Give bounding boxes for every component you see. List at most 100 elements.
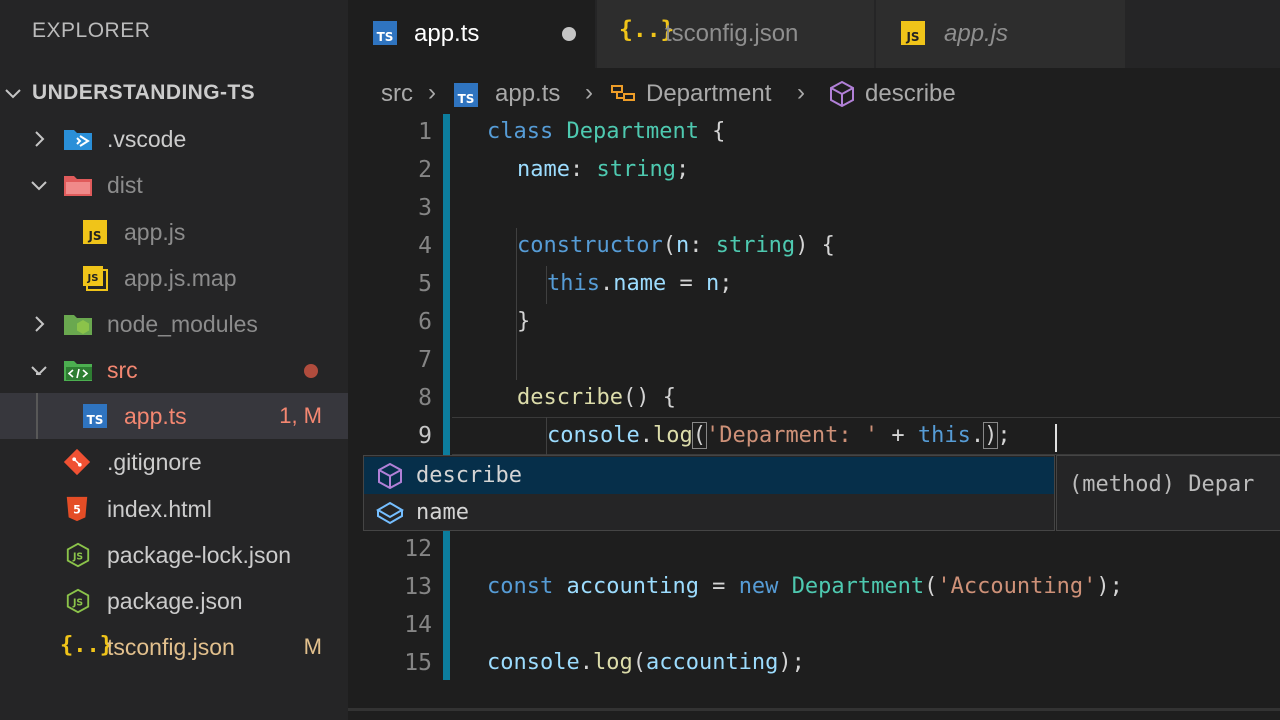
line-number: 5: [418, 271, 432, 297]
tree-item-node-modules[interactable]: node_modules: [0, 301, 348, 347]
tree-item-app-js-map[interactable]: JS app.js.map: [0, 255, 348, 301]
line-number: 14: [404, 612, 432, 638]
suggestion-item-name[interactable]: name: [364, 494, 1054, 531]
svg-text:JS: JS: [72, 598, 83, 609]
tree-item-package-lock[interactable]: JS package-lock.json: [0, 532, 348, 578]
token: log: [592, 650, 633, 675]
tree-item-label: package.json: [107, 588, 243, 614]
suggestion-label: name: [416, 500, 469, 525]
line-number: 15: [404, 650, 432, 676]
line-number: 8: [418, 385, 432, 411]
token: .: [599, 271, 614, 296]
tree-item-gitignore[interactable]: .gitignore: [0, 439, 348, 485]
code-line: 13 const accounting = new Department('Ac…: [348, 569, 1280, 607]
git-icon: [63, 449, 91, 475]
token: ): [983, 422, 999, 449]
token: accounting: [566, 574, 699, 599]
token: console: [487, 650, 580, 675]
line-number: 4: [418, 233, 432, 259]
tree-item-app-js[interactable]: JS app.js: [0, 209, 348, 255]
line-number: 2: [418, 157, 432, 183]
tree-item-label: app.ts: [124, 403, 187, 429]
code-line: 5 this.name = n;: [348, 266, 1280, 304]
token: const: [487, 574, 554, 599]
chevron-right-icon: ›: [428, 79, 436, 106]
ts-file-icon: TS: [83, 404, 107, 428]
tab-tsconfig[interactable]: {..} tsconfig.json: [597, 0, 875, 68]
svg-text:TS: TS: [458, 92, 475, 106]
suggestion-label: describe: [416, 463, 522, 488]
code-line: 1 class Department {: [348, 114, 1280, 152]
js-file-icon: JS: [83, 220, 107, 244]
tree-item-tsconfig[interactable]: {..} tsconfig.json M: [0, 624, 348, 670]
text-cursor: [1055, 424, 1057, 452]
breadcrumb-method[interactable]: describe: [865, 80, 956, 108]
tree-item-label: src: [107, 357, 138, 383]
token: :: [689, 233, 716, 258]
tree-item-vscode[interactable]: .vscode: [0, 116, 348, 162]
code-line: 7: [348, 342, 1280, 380]
problems-badge: 1, M: [279, 403, 322, 428]
code-line: 4 constructor(n: string) {: [348, 228, 1280, 266]
token: );: [778, 650, 805, 675]
token: log: [652, 423, 693, 448]
token: (: [924, 574, 938, 599]
editor-area: TS app.ts {..} tsconfig.json JS app.js s…: [348, 0, 1280, 720]
workspace-section-header[interactable]: UNDERSTANDING-TS: [0, 70, 348, 116]
nodejs-icon: JS: [66, 542, 90, 568]
tree-item-label: app.js: [124, 219, 186, 245]
suggestion-detail-text: (method) Depar: [1069, 472, 1255, 497]
token: Department: [791, 574, 925, 599]
tree-item-index-html[interactable]: 5 index.html: [0, 486, 348, 532]
token: ;: [997, 423, 1011, 448]
breadcrumb-class[interactable]: Department: [646, 80, 771, 108]
breadcrumb-src[interactable]: src: [381, 80, 413, 108]
token: +: [878, 423, 918, 448]
code-editor[interactable]: 1 class Department { 2 name: string; 3 4…: [348, 114, 1280, 694]
token: (: [632, 650, 646, 675]
horizontal-scrollbar[interactable]: [348, 708, 1280, 711]
line-number: 7: [418, 347, 432, 373]
code-line: 12: [348, 531, 1280, 569]
autocomplete-suggest-widget[interactable]: describe name: [363, 455, 1055, 531]
token: class: [487, 119, 554, 144]
js-map-file-icon: JS: [83, 266, 108, 291]
tree-item-label: .vscode: [107, 126, 187, 152]
token: string: [596, 157, 676, 182]
token: .: [579, 650, 593, 675]
token: name: [517, 157, 570, 182]
token: describe: [517, 385, 623, 410]
tree-item-label: dist: [107, 172, 143, 198]
tree-item-package-json[interactable]: JS package.json: [0, 578, 348, 624]
tree-item-label: index.html: [107, 496, 212, 522]
line-number: 6: [418, 309, 432, 335]
modified-badge: M: [303, 634, 322, 659]
unsaved-dot-icon[interactable]: [562, 27, 576, 41]
token: {: [698, 119, 726, 144]
svg-text:5: 5: [73, 504, 81, 517]
method-cube-icon: [830, 80, 854, 108]
svg-text:JS: JS: [72, 552, 83, 563]
chevron-right-icon: [35, 316, 45, 332]
token: name: [613, 271, 667, 296]
explorer-sidebar: EXPLORER UNDERSTANDING-TS .vscode dist J…: [0, 0, 348, 720]
json-braces-icon: {..}: [60, 633, 113, 658]
suggestion-details-panel: (method) Depar: [1056, 455, 1280, 531]
breadcrumb-file[interactable]: app.ts: [495, 80, 560, 108]
tree-item-dist[interactable]: dist: [0, 162, 348, 208]
tab-app-js[interactable]: JS app.js: [876, 0, 1126, 68]
line-number: 13: [404, 574, 432, 600]
ts-file-icon: TS: [373, 21, 397, 45]
tree-item-app-ts[interactable]: TS app.ts 1, M: [0, 393, 348, 439]
token: ) {: [795, 233, 835, 258]
suggestion-item-describe[interactable]: describe: [364, 457, 1054, 494]
token: accounting: [645, 650, 779, 675]
token: n: [675, 233, 690, 258]
svg-text:TS: TS: [87, 413, 104, 427]
tree-item-src[interactable]: src: [0, 347, 348, 393]
tab-app-ts[interactable]: TS app.ts: [348, 0, 596, 68]
chevron-down-icon: [5, 89, 21, 99]
token: =: [666, 271, 706, 296]
dist-folder-icon: [64, 176, 92, 196]
